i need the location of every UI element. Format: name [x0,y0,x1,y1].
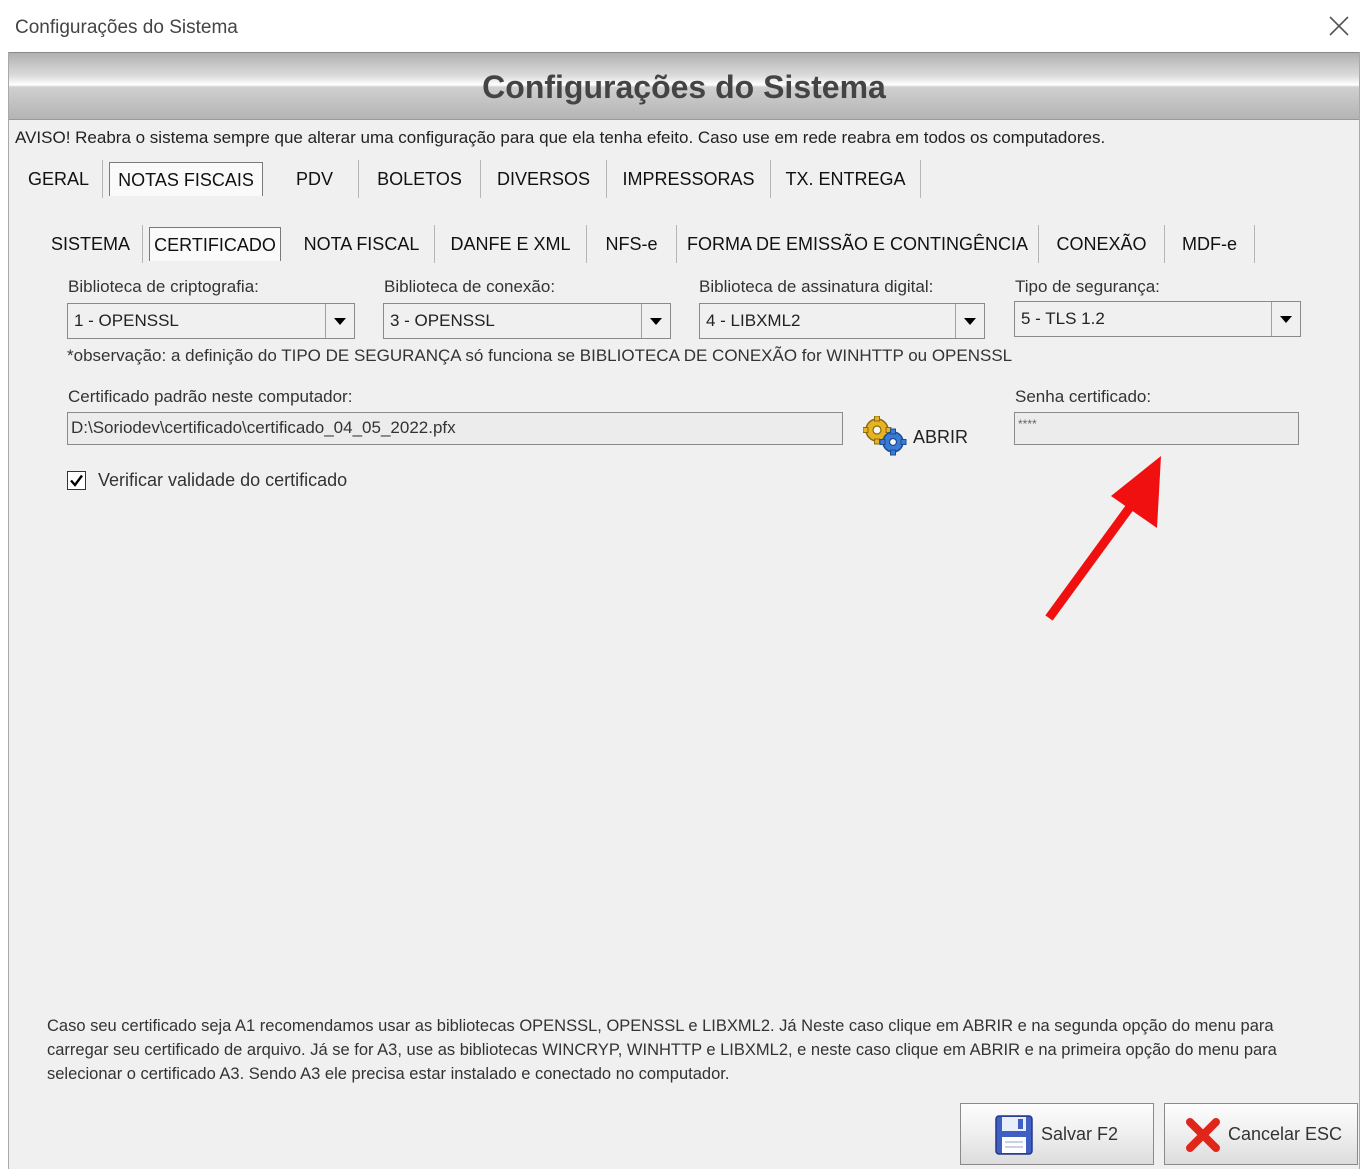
chevron-down-icon[interactable] [326,304,354,338]
tab-diversos[interactable]: DIVERSOS [481,160,607,198]
warning-text: AVISO! Reabra o sistema sempre que alter… [15,128,1106,147]
verify-certificate-checkbox[interactable] [67,470,86,490]
security-type-value: 5 - TLS 1.2 [1015,302,1272,336]
crypto-library-value: 1 - OPENSSL [68,304,326,338]
password-label: Senha certificado: [1015,387,1152,406]
tab-certificado[interactable]: CERTIFICADO [149,227,281,263]
certificate-label: Certificado padrão neste computador: [68,387,353,406]
connection-library-select[interactable]: 3 - OPENSSL [383,303,671,339]
tab-conexao[interactable]: CONEXÃO [1039,225,1165,263]
gears-icon [863,416,907,456]
cancel-button-label: Cancelar ESC [1228,1124,1343,1144]
tab-danfe-xml[interactable]: DANFE E XML [435,225,587,263]
chevron-down-icon[interactable] [1272,302,1300,336]
tab-notas-fiscais[interactable]: NOTAS FISCAIS [109,162,263,198]
tab-mdf-e[interactable]: MDF-e [1165,225,1255,263]
cancel-button[interactable]: Cancelar ESC [1164,1103,1358,1165]
connection-library-label: Biblioteca de conexão: [384,277,556,296]
tab-tx-entrega[interactable]: TX. ENTREGA [771,160,921,198]
verify-certificate-checkbox-row[interactable]: Verificar validade do certificado [67,469,347,491]
chevron-down-icon[interactable] [956,304,984,338]
tab-nfs-e[interactable]: NFS-e [587,225,677,263]
crypto-library-label: Biblioteca de criptografia: [68,277,259,296]
tab-boletos[interactable]: BOLETOS [359,160,481,198]
notas-fiscais-subtabs: SISTEMA CERTIFICADO NOTA FISCAL DANFE E … [39,225,1255,263]
password-field[interactable]: **** [1014,412,1299,445]
tab-impressoras[interactable]: IMPRESSORAS [607,160,771,198]
window-title: Configurações do Sistema [15,17,238,38]
tab-nota-fiscal[interactable]: NOTA FISCAL [289,225,435,263]
save-button[interactable]: Salvar F2 [960,1103,1154,1165]
red-arrow-annotation [1045,456,1161,621]
save-button-label: Salvar F2 [1041,1124,1119,1144]
security-type-select[interactable]: 5 - TLS 1.2 [1014,301,1301,337]
signature-library-select[interactable]: 4 - LIBXML2 [699,303,985,339]
security-type-label: Tipo de segurança: [1015,277,1160,296]
tab-pdv[interactable]: PDV [271,160,359,198]
open-certificate-button[interactable]: ABRIR [863,414,973,458]
open-button-label: ABRIR [913,427,969,447]
tab-sistema[interactable]: SISTEMA [39,225,143,263]
tab-geral[interactable]: GERAL [15,160,103,198]
main-tabs: GERAL NOTAS FISCAIS PDV BOLETOS DIVERSOS… [15,160,921,198]
connection-library-value: 3 - OPENSSL [384,304,642,338]
header-banner: Configurações do Sistema [9,52,1359,120]
title-bar: Configurações do Sistema [0,0,1365,52]
settings-window: Configurações do Sistema AVISO! Reabra o… [8,52,1360,1169]
certificate-path-field[interactable]: D:\Soriodev\certificado\certificado_04_0… [67,412,843,445]
security-note: *observação: a definição do TIPO DE SEGU… [67,346,1013,365]
tab-forma-emissao[interactable]: FORMA DE EMISSÃO E CONTINGÊNCIA [677,225,1039,263]
page-title: Configurações do Sistema [482,69,886,105]
signature-library-label: Biblioteca de assinatura digital: [699,277,934,296]
floppy-disk-icon [995,1115,1033,1155]
certificate-info-text: Caso seu certificado seja A1 recomendamo… [47,1017,1277,1083]
crypto-library-select[interactable]: 1 - OPENSSL [67,303,355,339]
red-x-icon [1186,1118,1220,1152]
close-icon[interactable] [1327,14,1351,38]
checkmark-icon [70,474,83,487]
verify-certificate-label: Verificar validade do certificado [98,469,348,490]
signature-library-value: 4 - LIBXML2 [700,304,956,338]
chevron-down-icon[interactable] [642,304,670,338]
